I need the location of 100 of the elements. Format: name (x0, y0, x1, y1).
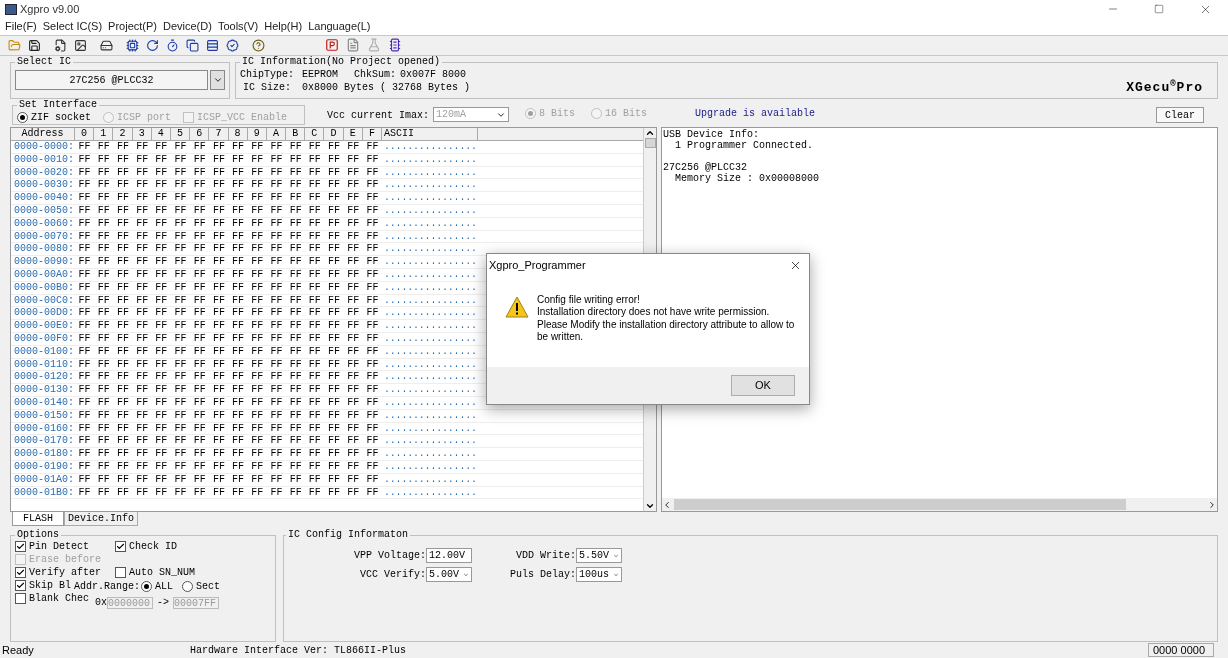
hex-cell-text: FF (365, 422, 380, 435)
hex-cell-text: FF (307, 460, 322, 473)
hex-cell-text: FF (173, 396, 188, 409)
hex-cell-text: FF (250, 422, 265, 435)
hex-cell-text: FF (288, 230, 303, 243)
field-label: VDD Write: (516, 549, 576, 563)
hex-cell-text: FF (154, 256, 169, 268)
hex-cell-text: FF (327, 294, 342, 307)
address-cell-text: 0000-0160: (13, 422, 75, 435)
hex-cell-text: FF (135, 230, 150, 243)
hex-cell-text: FF (346, 448, 361, 460)
hex-cell-text: FF (307, 486, 322, 499)
hex-cell-text: FF (346, 473, 361, 486)
hex-cell-text: FF (250, 205, 265, 217)
hex-cell-text: FF (135, 320, 150, 332)
hex-cell-text: FF (77, 307, 92, 320)
hex-cell-text: FF (77, 243, 92, 256)
hex-cell-text: FF (327, 396, 342, 409)
hex-cell-text: FF (96, 345, 111, 358)
hex-cell-text: FF (231, 486, 246, 499)
hex-cell-text: FF (173, 320, 188, 332)
address-cell-text: 0000-0120: (13, 371, 75, 384)
address-cell-text: 0000-0180: (13, 448, 75, 460)
hex-cell-text: FF (211, 460, 226, 473)
hex-cell-text: FF (346, 460, 361, 473)
hex-cell-text: FF (96, 230, 111, 243)
ascii-cell-text: ................ (383, 243, 478, 256)
hex-cell-text: FF (231, 396, 246, 409)
hex-cell-text: FF (77, 141, 92, 153)
hex-cell-text: FF (135, 371, 150, 384)
hex-cell-text: FF (115, 320, 130, 332)
hex-cell-text: FF (346, 332, 361, 345)
address-cell-text: 0000-00F0: (13, 332, 75, 345)
hex-cell-text: FF (327, 230, 342, 243)
hex-cell-text: FF (327, 358, 342, 371)
hex-cell-text: FF (288, 243, 303, 256)
hex-cell-text: FF (269, 384, 284, 396)
hex-cell-text: FF (346, 409, 361, 422)
hex-cell-text: FF (327, 486, 342, 499)
hex-cell-text: FF (346, 345, 361, 358)
hex-cell-text: FF (327, 473, 342, 486)
hex-cell-text: FF (173, 307, 188, 320)
hex-cell-text: FF (173, 384, 188, 396)
hex-cell-text: FF (96, 256, 111, 268)
hex-cell-text: FF (115, 153, 130, 166)
hex-cell-text: FF (231, 141, 246, 153)
hex-cell-text: FF (77, 217, 92, 230)
hex-cell-text: FF (269, 243, 284, 256)
hex-cell-text: FF (115, 166, 130, 179)
hex-cell-text: FF (327, 332, 342, 345)
hex-cell-text: FF (77, 345, 92, 358)
field-label: ChipType: (240, 68, 295, 81)
ascii-cell-text: ................ (383, 448, 478, 460)
hex-cell-text: FF (96, 153, 111, 166)
hex-cell-text: FF (231, 307, 246, 320)
hex-cell-text: FF (192, 320, 207, 332)
hex-cell-text: FF (96, 179, 111, 192)
hex-cell-text: FF (250, 243, 265, 256)
hex-cell-text: FF (115, 384, 130, 396)
hex-cell-text: FF (192, 243, 207, 256)
ascii-cell-text: ................ (383, 256, 478, 268)
hex-cell-text: FF (250, 473, 265, 486)
hex-cell-text: FF (365, 371, 380, 384)
hex-cell-text: FF (307, 179, 322, 192)
hex-cell-text: FF (269, 294, 284, 307)
hex-cell-text: FF (192, 307, 207, 320)
hex-cell-text: FF (231, 256, 246, 268)
hex-cell-text: FF (269, 435, 284, 448)
hex-cell-text: FF (307, 217, 322, 230)
hex-cell-text: FF (307, 422, 322, 435)
hex-cell-text: FF (135, 192, 150, 204)
hex-cell-text: FF (327, 448, 342, 460)
hex-cell-text: FF (307, 166, 322, 179)
hex-cell-text: FF (250, 486, 265, 499)
hex-cell-text: FF (96, 371, 111, 384)
hex-cell-text: FF (231, 192, 246, 204)
hex-cell-text: FF (173, 345, 188, 358)
group-title: Options (16, 530, 60, 540)
field-label: IC Size: (242, 81, 292, 94)
hex-cell-text: FF (288, 320, 303, 332)
hex-cell-text: FF (135, 141, 150, 153)
hex-cell-text: FF (77, 448, 92, 460)
hex-cell-text: FF (346, 486, 361, 499)
hex-cell-text: FF (96, 141, 111, 153)
hex-cell-text: FF (288, 384, 303, 396)
hex-cell-text: FF (115, 192, 130, 204)
hex-cell-text: FF (346, 371, 361, 384)
address-cell-text: 0000-0000: (13, 141, 75, 153)
hex-cell-text: FF (327, 268, 342, 281)
hex-cell-text: FF (288, 486, 303, 499)
hex-cell-text: FF (231, 268, 246, 281)
hex-cell-text: FF (211, 486, 226, 499)
hex-cell-text: FF (135, 205, 150, 217)
hex-cell-text: FF (307, 230, 322, 243)
hex-cell-text: FF (288, 179, 303, 192)
hex-cell-text: FF (250, 230, 265, 243)
hex-cell-text: FF (250, 307, 265, 320)
hex-cell-text: FF (288, 345, 303, 358)
hex-cell-text: FF (327, 166, 342, 179)
hex-cell-text: FF (192, 435, 207, 448)
